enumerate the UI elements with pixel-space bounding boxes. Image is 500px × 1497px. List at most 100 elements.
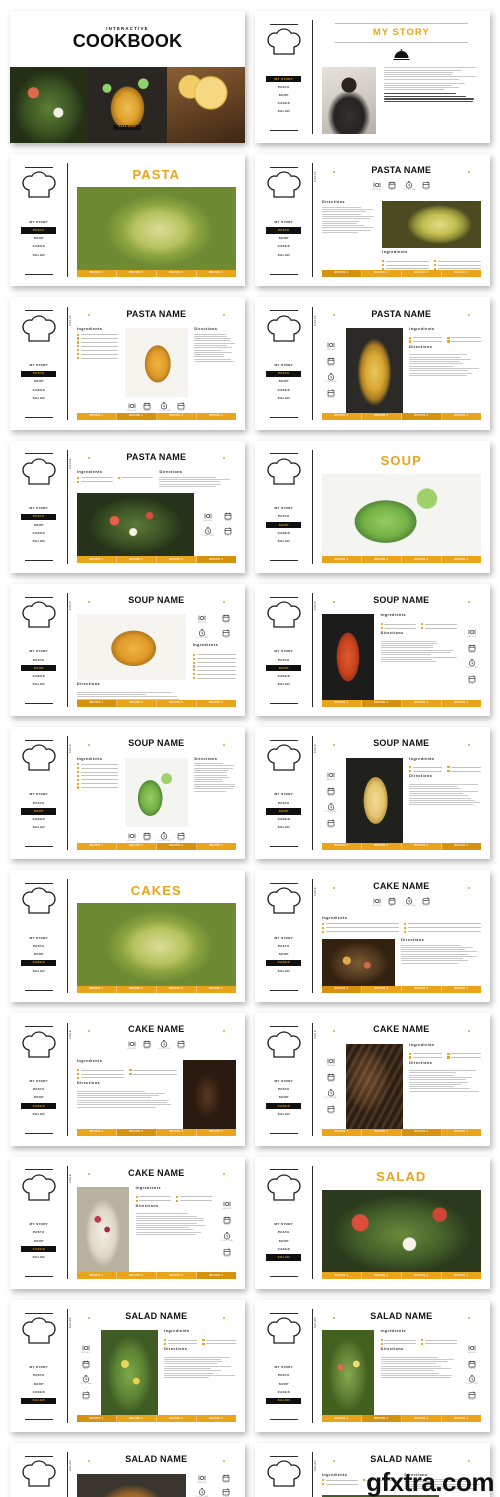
sidebar-item-my-story[interactable]: MY STORY: [266, 1221, 301, 1227]
sidebar-item-pasta[interactable]: PASTA: [266, 1230, 301, 1236]
recipe-tab-3[interactable]: RECIPE 3: [402, 1129, 442, 1136]
timer-icon[interactable]: COOK TIME: [158, 832, 170, 843]
sidebar-item-pasta[interactable]: PASTA: [21, 227, 56, 233]
oven-icon[interactable]: PREP: [468, 675, 476, 686]
recipe-tab-4[interactable]: RECIPE 4: [442, 556, 481, 563]
recipe-tab-4[interactable]: RECIPE 4: [197, 700, 236, 707]
recipe-tab-3[interactable]: RECIPE 3: [402, 700, 442, 707]
calendar-icon[interactable]: DATE: [388, 181, 396, 192]
sidebar-item-cakes[interactable]: CAKES: [266, 1103, 301, 1109]
recipe-tab-2[interactable]: RECIPE 2: [117, 556, 157, 563]
recipe-tab-2[interactable]: RECIPE 2: [117, 1272, 157, 1279]
sidebar-item-my-story[interactable]: MY STORY: [21, 935, 56, 941]
recipe-tab-3[interactable]: RECIPE 3: [402, 413, 442, 420]
sidebar-item-cakes[interactable]: CAKES: [266, 960, 301, 966]
recipe-tab-2[interactable]: RECIPE 2: [362, 986, 402, 993]
sidebar-item-pasta[interactable]: PASTA: [21, 1086, 56, 1092]
serving-icon[interactable]: SERVES: [222, 1200, 231, 1211]
recipe-tab-3[interactable]: RECIPE 3: [402, 843, 442, 850]
sidebar-item-soup[interactable]: SOUP: [21, 1238, 56, 1244]
sidebar-item-my-story[interactable]: MY STORY: [21, 506, 56, 512]
sidebar-item-salad[interactable]: SALAD: [266, 109, 301, 115]
recipe-tab-3[interactable]: RECIPE 3: [157, 1129, 197, 1136]
timer-icon[interactable]: COOK TIME: [403, 181, 415, 192]
serving-icon[interactable]: SERVES: [372, 181, 381, 192]
oven-icon[interactable]: PREP: [327, 1105, 335, 1116]
recipe-tab-1[interactable]: RECIPE 1: [77, 556, 117, 563]
sidebar-item-pasta[interactable]: PASTA: [266, 227, 301, 233]
recipe-tab-2[interactable]: RECIPE 2: [117, 843, 157, 850]
serving-icon[interactable]: SERVES: [198, 1474, 207, 1485]
sidebar-item-cakes[interactable]: CAKES: [266, 244, 301, 250]
recipe-tab-3[interactable]: RECIPE 3: [157, 843, 197, 850]
calendar-icon[interactable]: DATE: [388, 897, 396, 908]
calendar-icon[interactable]: DATE: [468, 1360, 476, 1371]
calendar-icon[interactable]: DATE: [327, 357, 335, 368]
calendar-icon[interactable]: DATE: [223, 1216, 231, 1227]
sidebar-item-pasta[interactable]: PASTA: [266, 514, 301, 520]
recipe-tab-2[interactable]: RECIPE 2: [362, 556, 402, 563]
calendar-icon[interactable]: DATE: [143, 402, 151, 413]
sidebar-item-soup[interactable]: SOUP: [266, 92, 301, 98]
recipe-tab-1[interactable]: RECIPE 1: [322, 843, 362, 850]
recipe-tab-3[interactable]: RECIPE 3: [157, 1415, 197, 1422]
timer-icon[interactable]: COOK TIME: [324, 803, 336, 814]
sidebar-item-cakes[interactable]: CAKES: [266, 817, 301, 823]
sidebar-item-cakes[interactable]: CAKES: [21, 1389, 56, 1395]
recipe-tab-4[interactable]: RECIPE 4: [442, 270, 481, 277]
sidebar-item-soup[interactable]: SOUP: [266, 1381, 301, 1387]
sidebar-item-soup[interactable]: SOUP: [21, 1095, 56, 1101]
oven-icon[interactable]: PREP: [468, 1391, 476, 1402]
sidebar-item-salad[interactable]: SALAD: [266, 968, 301, 974]
calendar-icon[interactable]: DATE: [327, 1073, 335, 1084]
recipe-tab-4[interactable]: RECIPE 4: [197, 413, 236, 420]
recipe-tab-4[interactable]: RECIPE 4: [197, 1272, 236, 1279]
sidebar-item-my-story[interactable]: MY STORY: [266, 362, 301, 368]
timer-icon[interactable]: COOK TIME: [221, 1232, 233, 1243]
sidebar-item-my-story[interactable]: MY STORY: [266, 1365, 301, 1371]
oven-icon[interactable]: PREP: [177, 402, 185, 413]
sidebar-item-my-story[interactable]: MY STORY: [266, 219, 301, 225]
sidebar-item-soup[interactable]: SOUP: [266, 1238, 301, 1244]
recipe-tab-2[interactable]: RECIPE 2: [362, 413, 402, 420]
sidebar-item-salad[interactable]: SALAD: [21, 252, 56, 258]
sidebar-item-cakes[interactable]: CAKES: [21, 244, 56, 250]
recipe-tab-1[interactable]: RECIPE 1: [77, 1272, 117, 1279]
timer-icon[interactable]: COOK TIME: [196, 1488, 208, 1497]
sidebar-item-soup[interactable]: SOUP: [21, 236, 56, 242]
recipe-tab-1[interactable]: RECIPE 1: [77, 1129, 117, 1136]
recipe-tab-1[interactable]: RECIPE 1: [322, 700, 362, 707]
recipe-tab-3[interactable]: RECIPE 3: [402, 986, 442, 993]
oven-icon[interactable]: PREP: [422, 181, 430, 192]
recipe-tab-1[interactable]: RECIPE 1: [322, 270, 362, 277]
sidebar-item-cakes[interactable]: CAKES: [21, 673, 56, 679]
timer-icon[interactable]: COOK TIME: [324, 1089, 336, 1100]
recipe-tab-3[interactable]: RECIPE 3: [157, 986, 197, 993]
timer-icon[interactable]: COOK TIME: [324, 373, 336, 384]
recipe-tab-1[interactable]: RECIPE 1: [77, 986, 117, 993]
serving-icon[interactable]: SERVES: [372, 897, 381, 908]
recipe-tab-4[interactable]: RECIPE 4: [442, 1415, 481, 1422]
recipe-tab-2[interactable]: RECIPE 2: [117, 270, 157, 277]
sidebar-item-pasta[interactable]: PASTA: [21, 1373, 56, 1379]
recipe-tab-4[interactable]: RECIPE 4: [442, 1272, 481, 1279]
recipe-tab-4[interactable]: RECIPE 4: [197, 843, 236, 850]
sidebar-item-cakes[interactable]: CAKES: [266, 387, 301, 393]
sidebar-item-salad[interactable]: SALAD: [266, 1111, 301, 1117]
recipe-tab-3[interactable]: RECIPE 3: [402, 1415, 442, 1422]
oven-icon[interactable]: PREP: [222, 629, 230, 640]
sidebar-item-my-story[interactable]: MY STORY: [266, 506, 301, 512]
calendar-icon[interactable]: DATE: [222, 614, 230, 625]
sidebar-item-soup[interactable]: SOUP: [266, 522, 301, 528]
calendar-icon[interactable]: DATE: [222, 1474, 230, 1485]
recipe-tab-2[interactable]: RECIPE 2: [362, 700, 402, 707]
sidebar-item-pasta[interactable]: PASTA: [21, 514, 56, 520]
sidebar-item-pasta[interactable]: PASTA: [21, 943, 56, 949]
sidebar-item-my-story[interactable]: MY STORY: [21, 792, 56, 798]
sidebar-item-salad[interactable]: SALAD: [266, 395, 301, 401]
recipe-tab-1[interactable]: RECIPE 1: [322, 1129, 362, 1136]
timer-icon[interactable]: COOK TIME: [466, 1375, 478, 1386]
recipe-tab-1[interactable]: RECIPE 1: [322, 556, 362, 563]
sidebar-item-soup[interactable]: SOUP: [266, 665, 301, 671]
serving-icon[interactable]: SERVES: [467, 1344, 476, 1355]
